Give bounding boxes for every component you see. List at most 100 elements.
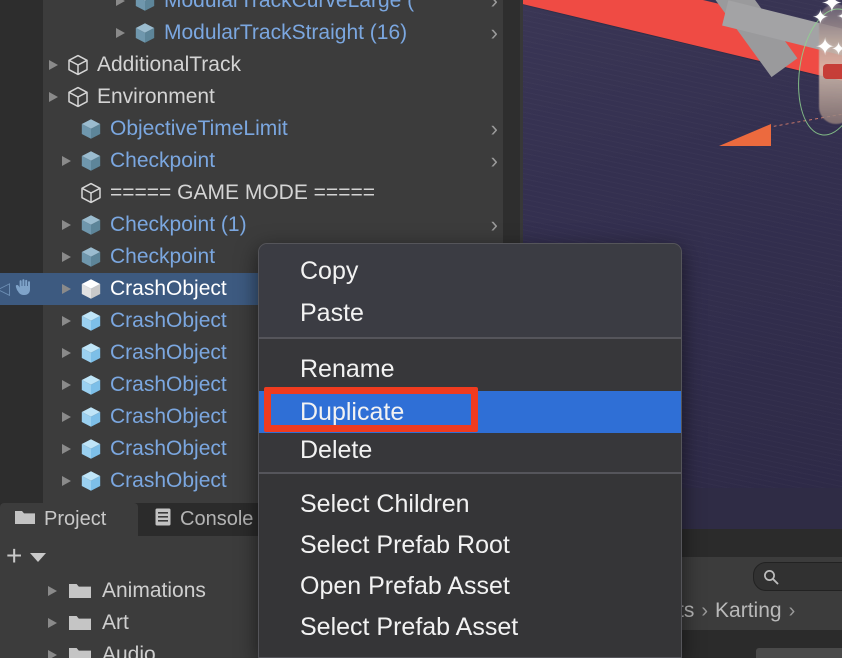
menu-item-select-prefab-asset-label: Select Prefab Asset bbox=[300, 613, 519, 641]
foldout-arrow-icon[interactable] bbox=[43, 49, 65, 81]
hierarchy-row-label: Checkpoint (1) bbox=[110, 213, 247, 236]
hierarchy-row-label: CrashObject bbox=[110, 405, 227, 428]
hierarchy-row-label: Checkpoint bbox=[110, 149, 216, 172]
create-asset-button[interactable]: + bbox=[6, 542, 22, 570]
breadcrumb[interactable]: ts › Karting › bbox=[678, 592, 842, 630]
menu-item-unpack-prefab-label: Unpack Prefab bbox=[300, 654, 465, 657]
foldout-arrow-icon[interactable] bbox=[56, 273, 78, 305]
foldout-spacer bbox=[56, 177, 78, 209]
foldout-arrow-icon[interactable] bbox=[56, 305, 78, 337]
hierarchy-row-label: CrashObject bbox=[110, 341, 227, 364]
hierarchy-row[interactable]: ModularTrackStraight (16) › bbox=[43, 17, 520, 49]
prefab-cube-icon bbox=[78, 241, 104, 273]
hierarchy-row[interactable]: ModularTrackCurveLarge (› bbox=[43, 0, 520, 17]
menu-item-select-children-label: Select Children bbox=[300, 490, 470, 518]
particle-sparkle-icon: ✦ bbox=[812, 7, 829, 29]
folder-icon bbox=[64, 607, 96, 639]
menu-item-select-prefab-asset[interactable]: Select Prefab Asset bbox=[259, 606, 681, 648]
folder-icon bbox=[64, 639, 96, 658]
menu-item-paste[interactable]: Paste bbox=[259, 292, 681, 334]
console-icon bbox=[154, 507, 172, 532]
foldout-arrow-icon[interactable] bbox=[56, 209, 78, 241]
hierarchy-row[interactable]: AdditionalTrack bbox=[43, 49, 520, 81]
menu-item-rename-label: Rename bbox=[300, 355, 395, 383]
foldout-arrow-icon[interactable] bbox=[43, 81, 65, 113]
foldout-arrow-icon[interactable] bbox=[42, 575, 64, 607]
prefab-open-chevron-icon[interactable]: › bbox=[491, 17, 498, 49]
breadcrumb-segment-karting[interactable]: Karting bbox=[715, 599, 782, 623]
prefab-cube-icon bbox=[132, 17, 158, 49]
prefab-cube-icon bbox=[78, 113, 104, 145]
project-tree-row-label: Audio bbox=[102, 643, 156, 658]
hierarchy-row[interactable]: ===== GAME MODE ===== bbox=[43, 177, 520, 209]
menu-item-delete-label: Delete bbox=[300, 436, 373, 464]
prefab-open-chevron-icon[interactable]: › bbox=[491, 145, 498, 177]
hierarchy-row[interactable]: Checkpoint › bbox=[43, 145, 520, 177]
menu-item-open-prefab-asset[interactable]: Open Prefab Asset bbox=[259, 565, 681, 607]
prefab-cube-icon bbox=[78, 433, 104, 465]
folder-icon bbox=[64, 575, 96, 607]
selected-row-gutter: ◁ bbox=[0, 273, 43, 305]
hierarchy-row-label: CrashObject bbox=[110, 437, 227, 460]
menu-item-select-children[interactable]: Select Children bbox=[259, 483, 681, 525]
prefab-cube-icon bbox=[78, 273, 104, 305]
menu-item-delete[interactable]: Delete bbox=[259, 429, 681, 471]
tab-project-label: Project bbox=[44, 508, 107, 530]
prefab-cube-icon bbox=[78, 209, 104, 241]
particle-sparkle-icon: ✦ bbox=[831, 39, 842, 59]
prefab-cube-icon bbox=[78, 465, 104, 497]
foldout-arrow-icon[interactable] bbox=[56, 433, 78, 465]
foldout-spacer bbox=[56, 113, 78, 145]
prefab-open-chevron-icon[interactable]: › bbox=[491, 0, 498, 17]
prefab-cube-icon bbox=[78, 145, 104, 177]
foldout-arrow-icon[interactable] bbox=[56, 465, 78, 497]
asset-thumbnail[interactable] bbox=[756, 648, 842, 658]
foldout-arrow-icon[interactable] bbox=[42, 607, 64, 639]
hierarchy-row-label: CrashObject bbox=[110, 373, 227, 396]
menu-item-open-prefab-asset-label: Open Prefab Asset bbox=[300, 572, 510, 600]
menu-item-copy-label: Copy bbox=[300, 257, 359, 285]
menu-item-select-prefab-root[interactable]: Select Prefab Root bbox=[259, 524, 681, 566]
menu-item-unpack-prefab[interactable]: Unpack Prefab bbox=[259, 647, 681, 657]
menu-item-paste-label: Paste bbox=[300, 299, 364, 327]
prefab-cube-icon bbox=[78, 369, 104, 401]
foldout-arrow-icon[interactable] bbox=[42, 639, 64, 658]
hierarchy-row[interactable]: ObjectiveTimeLimit › bbox=[43, 113, 520, 145]
scene-view-edge-strip bbox=[678, 503, 842, 529]
hierarchy-left-gutter bbox=[0, 0, 43, 503]
particle-sparkle-icon: ✦ bbox=[836, 6, 842, 28]
foldout-arrow-icon[interactable] bbox=[110, 17, 132, 49]
hierarchy-row[interactable]: Checkpoint (1) › bbox=[43, 209, 520, 241]
unity-editor-window: ModularTrackCurveLarge (› ModularTrackStr… bbox=[0, 0, 842, 658]
foldout-arrow-icon[interactable] bbox=[110, 0, 132, 17]
project-browser-right: ts › Karting › bbox=[678, 503, 842, 658]
prefab-cube-icon bbox=[78, 337, 104, 369]
foldout-arrow-icon[interactable] bbox=[56, 241, 78, 273]
foldout-arrow-icon[interactable] bbox=[56, 401, 78, 433]
hierarchy-context-menu[interactable]: Copy Paste Rename Duplicate Delete Selec… bbox=[258, 243, 682, 658]
menu-item-rename[interactable]: Rename bbox=[259, 348, 681, 390]
foldout-arrow-icon[interactable] bbox=[56, 369, 78, 401]
hierarchy-row-label: ModularTrackStraight (16) bbox=[164, 21, 408, 44]
prefab-open-chevron-icon[interactable]: › bbox=[491, 209, 498, 241]
hierarchy-row-label: Environment bbox=[97, 85, 215, 108]
breadcrumb-separator-icon: › bbox=[788, 599, 796, 622]
hierarchy-row-label: CrashObject bbox=[110, 309, 227, 332]
gameobject-cube-icon bbox=[78, 177, 104, 209]
gameobject-cube-icon bbox=[65, 49, 91, 81]
gameobject-cube-icon bbox=[65, 81, 91, 113]
project-browser-header bbox=[678, 529, 842, 557]
folder-icon bbox=[14, 508, 36, 531]
visibility-eye-icon[interactable]: ◁ bbox=[0, 279, 10, 299]
tab-project[interactable]: Project bbox=[0, 503, 138, 536]
hierarchy-row[interactable]: Environment bbox=[43, 81, 520, 113]
foldout-arrow-icon[interactable] bbox=[56, 145, 78, 177]
hierarchy-row-label: CrashObject bbox=[110, 277, 227, 300]
pickability-hand-icon[interactable] bbox=[12, 277, 34, 302]
chevron-down-icon[interactable] bbox=[30, 553, 46, 562]
prefab-cube-icon bbox=[78, 401, 104, 433]
menu-item-copy[interactable]: Copy bbox=[259, 250, 681, 292]
foldout-arrow-icon[interactable] bbox=[56, 337, 78, 369]
hierarchy-row-label: AdditionalTrack bbox=[97, 53, 241, 76]
prefab-open-chevron-icon[interactable]: › bbox=[491, 113, 498, 145]
